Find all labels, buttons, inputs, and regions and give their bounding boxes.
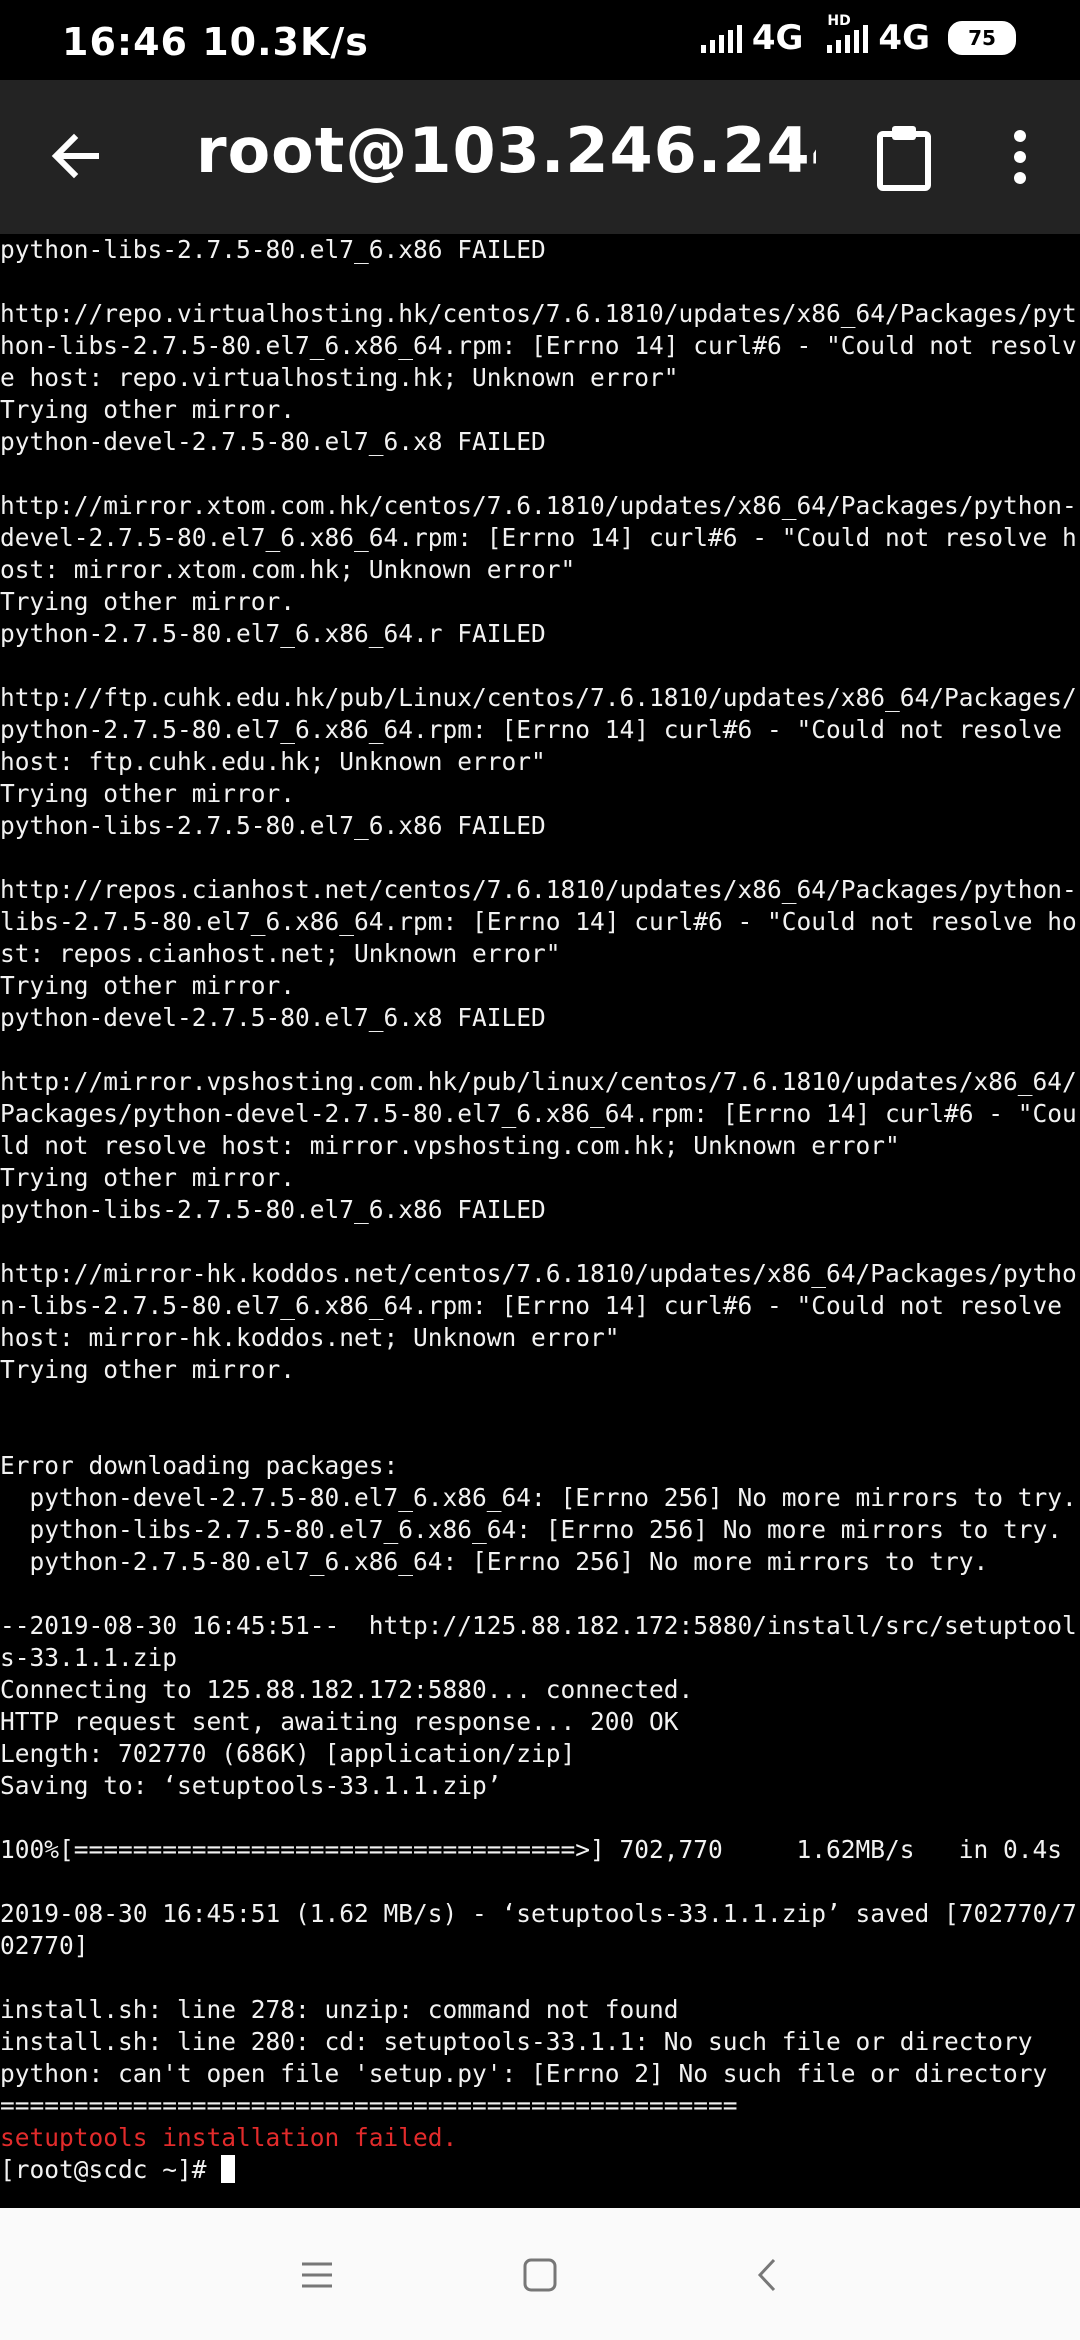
terminal-line: Trying other mirror. (0, 395, 296, 424)
status-time-speed: 16:46 10.3K/s (62, 20, 369, 64)
terminal-line: 100%[==================================>… (0, 1835, 1063, 1864)
error-message: setuptools installation failed. (0, 2123, 458, 2152)
terminal-line: install.sh: line 278: unzip: command not… (0, 1995, 679, 2024)
terminal-line: Trying other mirror. (0, 1163, 296, 1192)
clipboard-button[interactable] (872, 122, 936, 192)
home-square-icon (523, 2258, 557, 2292)
terminal-line: http://mirror.vpshosting.com.hk/pub/linu… (0, 1067, 1077, 1160)
text-cursor (221, 2155, 236, 2183)
screen: 16:46 10.3K/s 4G HD 4G 75 root@103.246.2… (0, 0, 1080, 2340)
status-bar: 16:46 10.3K/s 4G HD 4G 75 (0, 0, 1080, 80)
signal-strength-2-icon: HD (827, 13, 869, 53)
shell-prompt-line[interactable]: [root@scdc ~]# (0, 2154, 1080, 2186)
terminal-line: install.sh: line 280: cd: setuptools-33.… (0, 2027, 1033, 2056)
terminal-line: 2019-08-30 16:45:51 (1.62 MB/s) - ‘setup… (0, 1899, 1077, 1960)
terminal-output[interactable]: python-libs-2.7.5-80.el7_6.x86 FAILED htt… (0, 234, 1080, 2208)
terminal-line: python-libs-2.7.5-80.el7_6.x86_64: [Errn… (0, 1515, 1063, 1544)
more-vertical-icon (1014, 130, 1026, 184)
clipboard-icon (877, 126, 931, 191)
terminal-line: http://ftp.cuhk.edu.hk/pub/Linux/centos/… (0, 683, 1077, 776)
system-nav-bar (0, 2208, 1080, 2340)
network-type-2: 4G (878, 18, 930, 58)
status-indicators: 4G HD 4G 75 (700, 13, 1016, 58)
page-title: root@103.246.244⋯ (196, 114, 816, 187)
terminal-line: python-devel-2.7.5-80.el7_6.x8 FAILED (0, 427, 546, 456)
terminal-line: Trying other mirror. (0, 1355, 296, 1384)
terminal-line: python-devel-2.7.5-80.el7_6.x86_64: [Err… (0, 1483, 1077, 1512)
shell-prompt: [root@scdc ~]# (0, 2155, 222, 2184)
back-button[interactable] (44, 124, 108, 188)
terminal-line: python-2.7.5-80.el7_6.x86_64.r FAILED (0, 619, 546, 648)
arrow-left-icon (51, 133, 99, 179)
more-options-button[interactable] (990, 124, 1050, 190)
terminal-line: Trying other mirror. (0, 971, 296, 1000)
terminal-line: http://mirror.xtom.com.hk/centos/7.6.181… (0, 491, 1077, 584)
terminal-line: python-libs-2.7.5-80.el7_6.x86 FAILED (0, 811, 546, 840)
network-type-1: 4G (751, 18, 804, 58)
nav-back-button[interactable] (742, 2250, 792, 2300)
menu-icon (302, 2262, 332, 2288)
nav-menu-button[interactable] (292, 2250, 342, 2300)
terminal-line: http://repos.cianhost.net/centos/7.6.181… (0, 875, 1077, 968)
terminal-line: Error downloading packages: (0, 1451, 399, 1480)
terminal-line: Trying other mirror. (0, 587, 296, 616)
terminal-line: Trying other mirror. (0, 779, 296, 808)
app-bar: root@103.246.244⋯ (0, 80, 1080, 234)
terminal-line: python-devel-2.7.5-80.el7_6.x8 FAILED (0, 1003, 546, 1032)
terminal-text: python-libs-2.7.5-80.el7_6.x86 FAILED htt… (0, 234, 1080, 2186)
terminal-line: --2019-08-30 16:45:51-- http://125.88.18… (0, 1611, 1077, 1672)
back-chevron-icon (757, 2258, 776, 2292)
terminal-line: http://mirror-hk.koddos.net/centos/7.6.1… (0, 1259, 1077, 1352)
terminal-line: HTTP request sent, awaiting response... … (0, 1707, 679, 1736)
terminal-line: Length: 702770 (686K) [application/zip] (0, 1739, 576, 1768)
terminal-line: python-libs-2.7.5-80.el7_6.x86 FAILED (0, 1195, 546, 1224)
terminal-line: python: can't open file 'setup.py': [Err… (0, 2059, 1048, 2088)
terminal-line: python-libs-2.7.5-80.el7_6.x86 FAILED (0, 235, 546, 264)
nav-home-button[interactable] (515, 2250, 565, 2300)
terminal-line: python-2.7.5-80.el7_6.x86_64: [Errno 256… (0, 1547, 989, 1576)
terminal-line: ========================================… (0, 2091, 738, 2120)
terminal-line: Connecting to 125.88.182.172:5880... con… (0, 1675, 694, 1704)
hd-label: HD (827, 13, 851, 29)
battery-icon: 75 (948, 21, 1016, 55)
signal-strength-icon (700, 23, 742, 53)
terminal-line: Saving to: ‘setuptools-33.1.1.zip’ (0, 1771, 502, 1800)
terminal-line: http://repo.virtualhosting.hk/centos/7.6… (0, 299, 1077, 392)
